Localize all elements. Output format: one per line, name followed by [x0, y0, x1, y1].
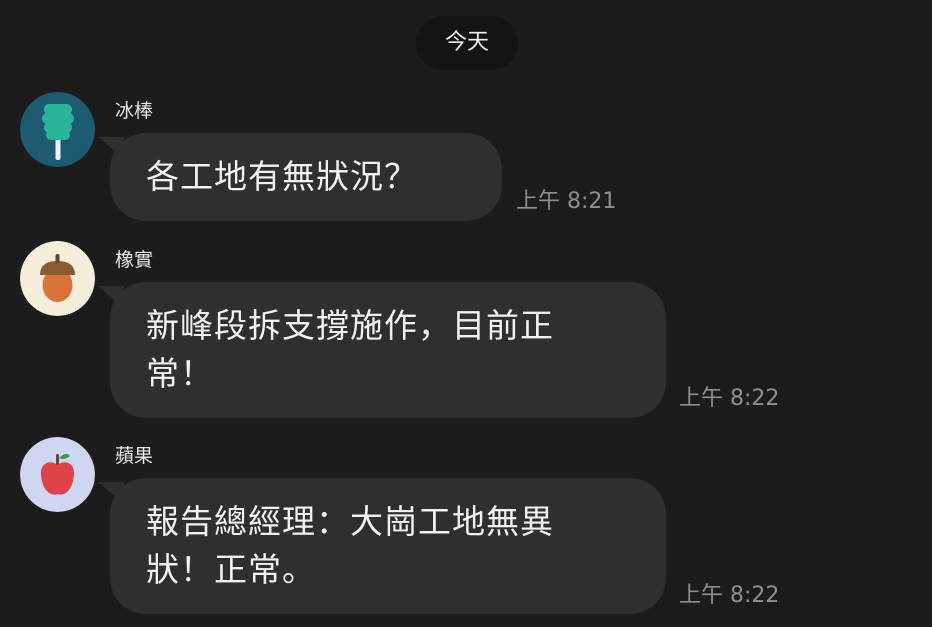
message-text: 常！	[146, 354, 214, 393]
message-text: 新峰段拆支撐施作，目前正	[146, 306, 554, 345]
message-bubble[interactable]: 報告總經理：大崗工地無異 狀！正常。	[98, 478, 666, 614]
message-text: 狀！正常。	[146, 550, 316, 589]
message-bubble[interactable]: 各工地有無狀況？	[98, 133, 502, 221]
avatar[interactable]	[20, 92, 95, 167]
sender-name: 冰棒	[115, 100, 154, 122]
apple-icon	[20, 437, 95, 512]
date-separator: 今天	[416, 16, 518, 70]
acorn-icon	[20, 241, 95, 316]
avatar[interactable]	[20, 437, 95, 512]
avatar[interactable]	[20, 241, 95, 316]
sender-name: 橡實	[115, 249, 154, 271]
message-bubble[interactable]: 新峰段拆支撐施作，目前正 常！	[98, 282, 666, 418]
sender-name: 蘋果	[115, 445, 154, 467]
popsicle-icon	[20, 92, 95, 167]
message-text: 報告總經理：大崗工地無異	[146, 502, 554, 541]
message-text: 各工地有無狀況？	[146, 157, 418, 196]
message-timestamp: 上午 8:22	[679, 386, 780, 411]
message-timestamp: 上午 8:21	[516, 189, 617, 214]
message-timestamp: 上午 8:22	[679, 583, 780, 608]
